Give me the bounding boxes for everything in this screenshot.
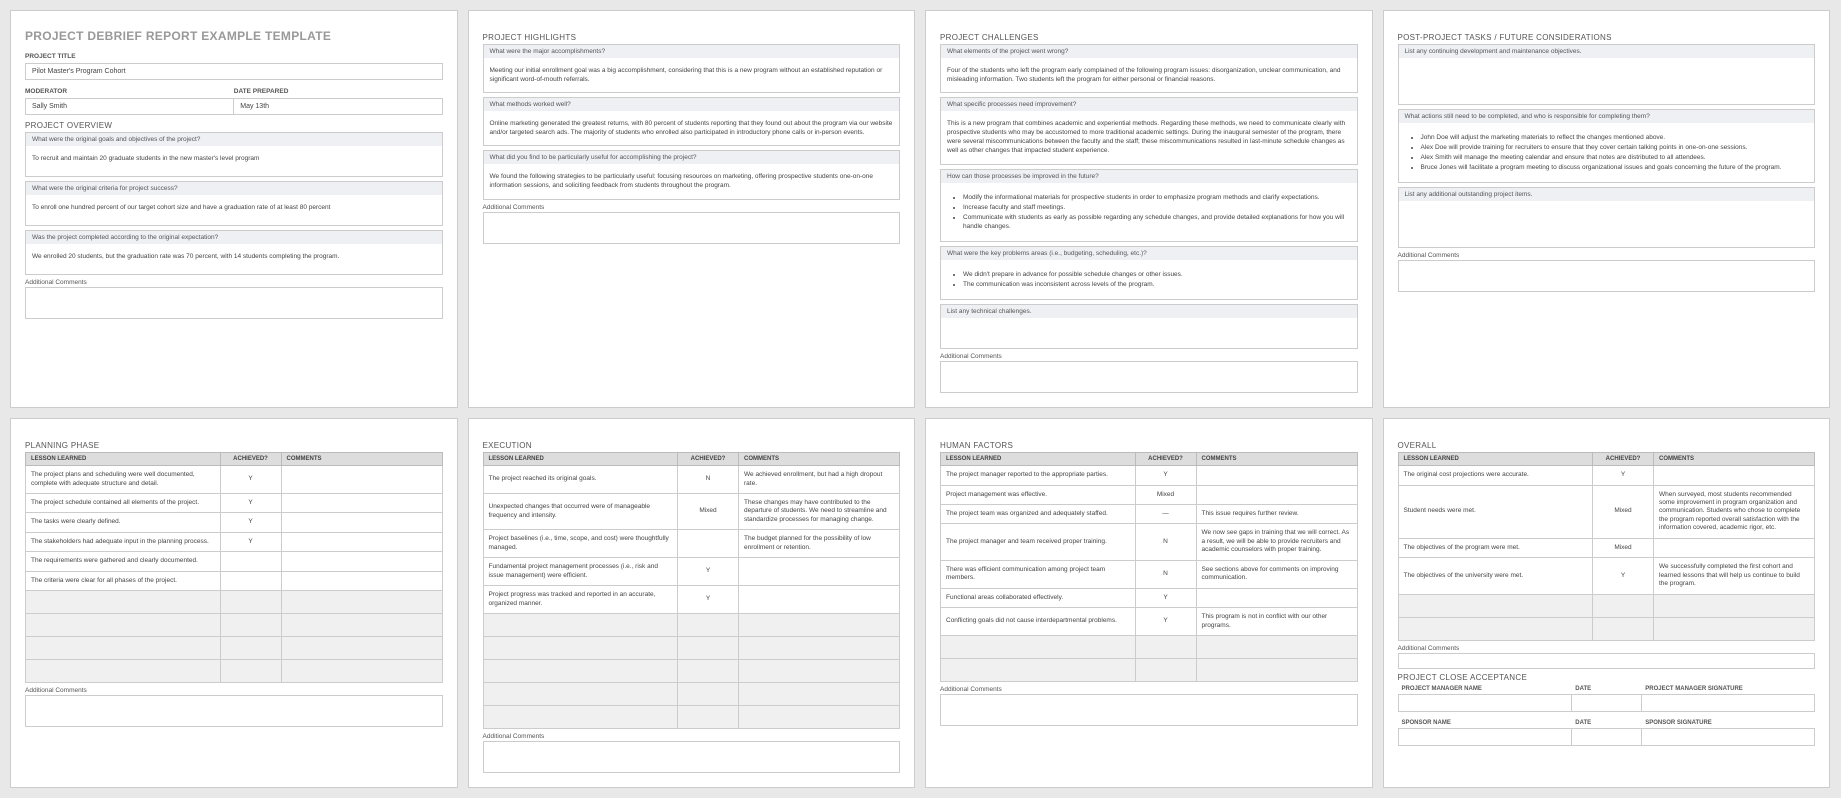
date-prepared: May 13th (234, 99, 441, 114)
page-2: PROJECT HIGHLIGHTS What were the major a… (468, 10, 916, 408)
table-row: The objectives of the university were me… (1398, 558, 1815, 594)
table-row: The tasks were clearly defined.Y (26, 513, 443, 532)
table-row: The project team was organized and adequ… (941, 505, 1358, 524)
project-title-label: PROJECT TITLE (25, 51, 443, 62)
table-row: The project schedule contained all eleme… (26, 494, 443, 513)
page-7: HUMAN FACTORS LESSON LEARNED ACHIEVED? C… (925, 418, 1373, 788)
main-title: PROJECT DEBRIEF REPORT EXAMPLE TEMPLATE (25, 29, 443, 43)
page-5: PLANNING PHASE LESSON LEARNED ACHIEVED? … (10, 418, 458, 788)
moderator: Sally Smith (26, 99, 234, 114)
project-title: Pilot Master's Program Cohort (26, 64, 442, 79)
table-row: The criteria were clear for all phases o… (26, 571, 443, 590)
human-factors-table: LESSON LEARNED ACHIEVED? COMMENTS The pr… (940, 452, 1358, 682)
table-row: Unexpected changes that occurred were of… (483, 494, 900, 530)
date-prepared-label: DATE PREPARED (234, 86, 443, 97)
page-4: POST-PROJECT TASKS / FUTURE CONSIDERATIO… (1383, 10, 1831, 408)
page-1: PROJECT DEBRIEF REPORT EXAMPLE TEMPLATE … (10, 10, 458, 408)
table-row: Student needs were met.MixedWhen surveye… (1398, 485, 1815, 538)
table-row: The requirements were gathered and clear… (26, 552, 443, 571)
table-row: Fundamental project management processes… (483, 558, 900, 586)
table-row: The objectives of the program were met.M… (1398, 538, 1815, 557)
table-row: Project management was effective.Mixed (941, 485, 1358, 504)
planning-table: LESSON LEARNED ACHIEVED? COMMENTS The pr… (25, 452, 443, 683)
page-8: OVERALL LESSON LEARNED ACHIEVED? COMMENT… (1383, 418, 1831, 788)
table-row: There was efficient communication among … (941, 560, 1358, 588)
page-3: PROJECT CHALLENGES What elements of the … (925, 10, 1373, 408)
table-row: Project baselines (i.e., time, scope, an… (483, 530, 900, 558)
table-row: The project manager and team received pr… (941, 524, 1358, 560)
page-6: EXECUTION LESSON LEARNED ACHIEVED? COMME… (468, 418, 916, 788)
overview-title: PROJECT OVERVIEW (25, 121, 443, 130)
table-row: The project manager reported to the appr… (941, 466, 1358, 485)
table-row: The project plans and scheduling were we… (26, 466, 443, 494)
overall-table: LESSON LEARNED ACHIEVED? COMMENTS The or… (1398, 452, 1816, 640)
table-row: The project reached its original goals.N… (483, 466, 900, 494)
pages-grid: PROJECT DEBRIEF REPORT EXAMPLE TEMPLATE … (10, 10, 1830, 788)
table-row: The stakeholders had adequate input in t… (26, 532, 443, 551)
additional-comments-box (25, 287, 443, 319)
table-row: Project progress was tracked and reporte… (483, 586, 900, 614)
moderator-label: MODERATOR (25, 86, 234, 97)
table-row: The original cost projections were accur… (1398, 466, 1815, 485)
execution-table: LESSON LEARNED ACHIEVED? COMMENTS The pr… (483, 452, 901, 729)
table-row: Functional areas collaborated effectivel… (941, 588, 1358, 607)
table-row: Conflicting goals did not cause interdep… (941, 608, 1358, 636)
